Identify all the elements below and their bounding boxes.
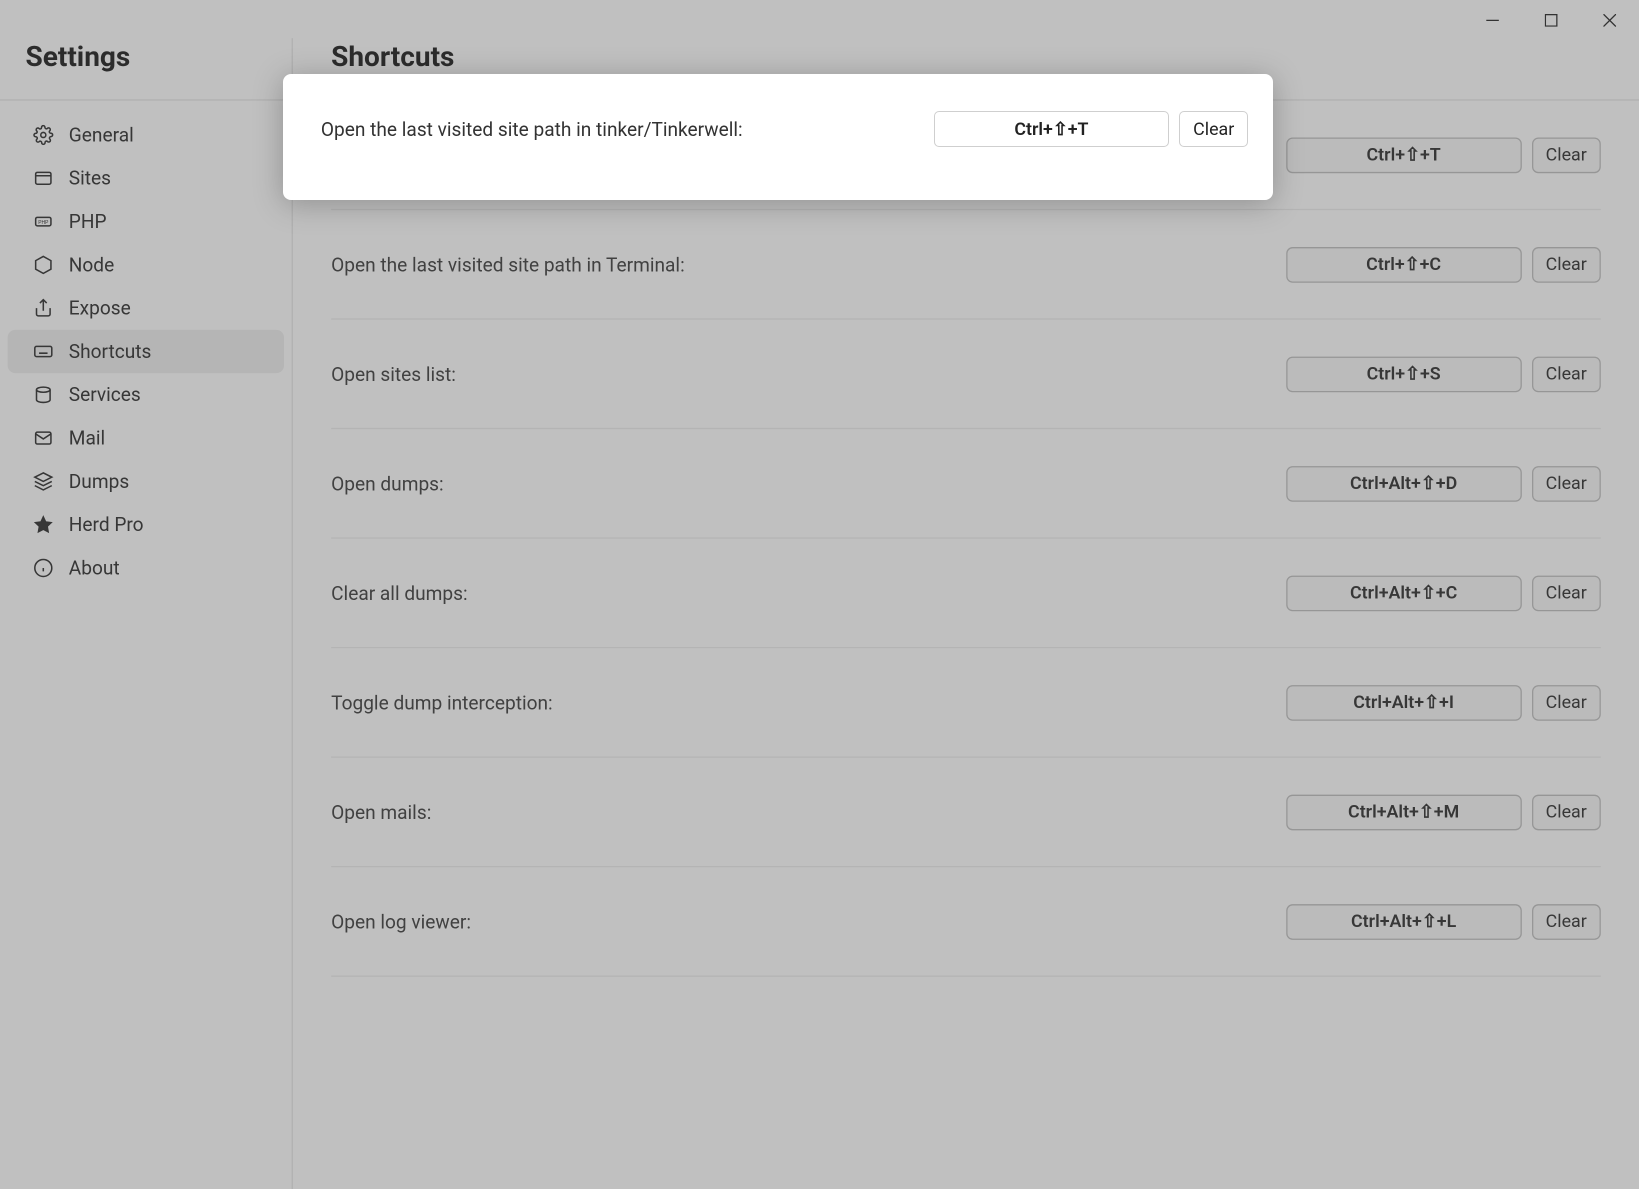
mail-icon	[33, 428, 53, 448]
sidebar-item-label: Mail	[69, 427, 105, 450]
sidebar-divider	[0, 99, 292, 100]
sidebar-nav: General Sites PHP PHP Node Expose Shortcuts Ser…	[0, 113, 292, 589]
browser-icon	[33, 168, 53, 188]
sidebar-item-label: Dumps	[69, 470, 129, 493]
shortcut-controls: Clear	[1286, 465, 1601, 501]
spotlight-clear-button[interactable]: Clear	[1179, 111, 1248, 147]
sidebar-item-label: Herd Pro	[69, 513, 144, 536]
shortcut-toggle-dump-input[interactable]	[1286, 685, 1522, 721]
app-body: Settings General Sites PHP PHP Node Expose Sho…	[0, 38, 1639, 1189]
shortcut-log-viewer-row: Open log viewer: Clear	[331, 867, 1601, 977]
sidebar-item-label: Sites	[69, 167, 111, 190]
shortcut-terminal-clear-button[interactable]: Clear	[1532, 246, 1601, 282]
sidebar-item-label: Node	[69, 253, 114, 276]
sidebar-item-shortcuts[interactable]: Shortcuts	[8, 330, 284, 373]
shortcut-label: Open sites list:	[331, 362, 456, 385]
maximize-icon	[1545, 7, 1558, 31]
close-icon	[1603, 7, 1616, 31]
spotlight-highlight: Open the last visited site path in tinke…	[283, 74, 1274, 200]
keyboard-icon	[33, 341, 53, 361]
shortcut-controls: Clear	[1286, 356, 1601, 392]
shortcut-toggle-dump-row: Toggle dump interception: Clear	[331, 648, 1601, 758]
sidebar-item-expose[interactable]: Expose	[8, 287, 284, 330]
shortcut-controls: Clear	[1286, 246, 1601, 282]
star-icon	[33, 514, 53, 534]
shortcut-toggle-dump-clear-button[interactable]: Clear	[1532, 685, 1601, 721]
spotlight-shortcut-input[interactable]	[934, 111, 1170, 147]
shortcut-clear-dumps-clear-button[interactable]: Clear	[1532, 575, 1601, 611]
shortcut-label: Open log viewer:	[331, 910, 471, 933]
sidebar-item-mail[interactable]: Mail	[8, 416, 284, 459]
shortcut-controls: Clear	[1286, 575, 1601, 611]
sidebar-item-sites[interactable]: Sites	[8, 157, 284, 200]
window-maximize-button[interactable]	[1522, 0, 1581, 38]
shortcut-label: Open mails:	[331, 800, 431, 823]
shortcut-sites-list-input[interactable]	[1286, 356, 1522, 392]
shortcut-log-viewer-clear-button[interactable]: Clear	[1532, 904, 1601, 940]
share-icon	[33, 298, 53, 318]
sidebar-item-herd-pro[interactable]: Herd Pro	[8, 503, 284, 546]
shortcut-controls: Clear	[1286, 904, 1601, 940]
info-icon	[33, 558, 53, 578]
gear-icon	[33, 125, 53, 145]
layers-icon	[33, 471, 53, 491]
shortcut-log-viewer-input[interactable]	[1286, 904, 1522, 940]
shortcut-controls: Clear	[1286, 794, 1601, 830]
shortcut-open-dumps-clear-button[interactable]: Clear	[1532, 465, 1601, 501]
shortcut-terminal-input[interactable]	[1286, 246, 1522, 282]
sidebar-title: Settings	[0, 42, 292, 99]
shortcut-label: Open the last visited site path in Termi…	[331, 253, 685, 276]
shortcut-controls: Clear	[1286, 137, 1601, 173]
shortcut-tinker-clear-button[interactable]: Clear	[1532, 137, 1601, 173]
shortcut-clear-dumps-row: Clear all dumps: Clear	[331, 539, 1601, 649]
sidebar-item-php[interactable]: PHP PHP	[8, 200, 284, 243]
sidebar-item-services[interactable]: Services	[8, 373, 284, 416]
shortcut-controls: Clear	[1286, 685, 1601, 721]
svg-text:PHP: PHP	[38, 220, 49, 226]
php-icon: PHP	[33, 211, 53, 231]
shortcut-terminal-row: Open the last visited site path in Termi…	[331, 210, 1601, 320]
shortcut-tinker-input[interactable]	[1286, 137, 1522, 173]
sidebar-item-general[interactable]: General	[8, 113, 284, 156]
shortcut-label: Open dumps:	[331, 472, 444, 495]
shortcut-sites-list-row: Open sites list: Clear	[331, 320, 1601, 430]
titlebar	[0, 0, 1639, 38]
main-panel: Shortcuts Open the last visited site pat…	[293, 38, 1639, 1189]
spotlight-controls: Clear	[934, 111, 1248, 147]
minimize-icon	[1486, 7, 1499, 31]
shortcut-open-mails-clear-button[interactable]: Clear	[1532, 794, 1601, 830]
sidebar-item-dumps[interactable]: Dumps	[8, 460, 284, 503]
shortcut-sites-list-clear-button[interactable]: Clear	[1532, 356, 1601, 392]
shortcut-open-dumps-input[interactable]	[1286, 465, 1522, 501]
sidebar: Settings General Sites PHP PHP Node Expose Sho…	[0, 38, 293, 1189]
sidebar-item-node[interactable]: Node	[8, 243, 284, 286]
shortcut-open-dumps-row: Open dumps: Clear	[331, 429, 1601, 539]
sidebar-item-label: Expose	[69, 297, 131, 320]
shortcut-clear-dumps-input[interactable]	[1286, 575, 1522, 611]
sidebar-item-label: Shortcuts	[69, 340, 152, 363]
sidebar-item-label: About	[69, 557, 120, 580]
node-icon	[33, 255, 53, 275]
window-minimize-button[interactable]	[1463, 0, 1522, 38]
shortcut-label: Toggle dump interception:	[331, 691, 553, 714]
spotlight-label: Open the last visited site path in tinke…	[321, 118, 743, 141]
sidebar-item-label: PHP	[69, 210, 107, 233]
sidebar-item-label: Services	[69, 383, 141, 406]
sidebar-item-label: General	[69, 124, 134, 147]
shortcut-rows: Open the last visited site path in tinke…	[293, 101, 1639, 1189]
shortcut-open-mails-input[interactable]	[1286, 794, 1522, 830]
sidebar-item-about[interactable]: About	[8, 546, 284, 589]
shortcut-label: Clear all dumps:	[331, 581, 468, 604]
database-icon	[33, 385, 53, 405]
window-close-button[interactable]	[1580, 0, 1639, 38]
shortcut-open-mails-row: Open mails: Clear	[331, 758, 1601, 868]
